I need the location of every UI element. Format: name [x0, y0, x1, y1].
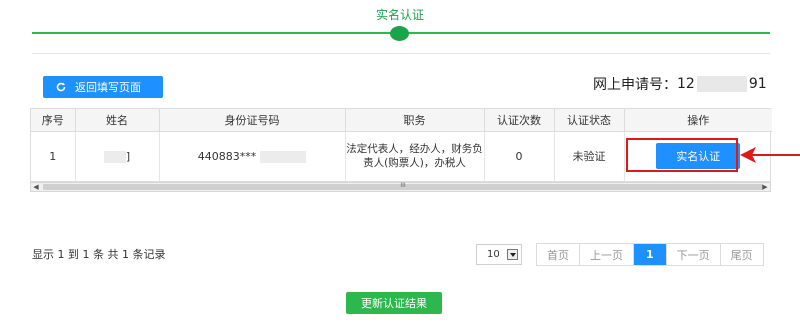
row-id-number: 440883***	[159, 131, 346, 181]
id-number-prefix: 440883***	[197, 149, 257, 163]
column-header: 操作	[624, 109, 772, 132]
scroll-left-icon[interactable]: ◀	[31, 183, 41, 191]
first-page-button[interactable]: 首页	[537, 244, 580, 265]
chevron-down-icon[interactable]	[507, 249, 518, 260]
row-status: 未验证	[554, 131, 625, 181]
prev-page-button[interactable]: 上一页	[580, 244, 634, 265]
column-header: 认证状态	[554, 109, 625, 132]
scrollbar-grip: III	[400, 182, 406, 189]
name-suffix: ]	[125, 149, 131, 163]
scroll-right-icon[interactable]: ▶	[760, 183, 770, 191]
refresh-back-icon	[56, 82, 66, 92]
column-header: 认证次数	[484, 109, 555, 132]
last-page-button[interactable]: 尾页	[721, 244, 763, 265]
back-button-label: 返回填写页面	[75, 81, 141, 94]
page-size-select[interactable]: 10	[476, 244, 522, 265]
redacted-mask	[260, 150, 307, 163]
divider	[32, 53, 770, 54]
next-page-button[interactable]: 下一页	[667, 244, 721, 265]
application-number-label: 网上申请号：	[593, 77, 677, 93]
horizontal-scrollbar[interactable]: ◀ III ▶	[30, 182, 771, 192]
scrollbar-thumb[interactable]: III	[43, 182, 763, 190]
redacted-mask	[696, 76, 747, 92]
column-header: 身份证号码	[159, 109, 346, 132]
page-size-value: 10	[487, 249, 500, 260]
application-number-prefix: 12	[677, 76, 695, 92]
redacted-mask	[103, 150, 126, 163]
step-title: 实名认证	[375, 8, 424, 22]
progress-step-dot	[390, 26, 409, 41]
table-header-row: 序号 姓名 身份证号码 职务 认证次数 认证状态 操作	[31, 109, 772, 132]
current-page-button[interactable]: 1	[634, 244, 667, 265]
column-header: 序号	[31, 109, 76, 132]
row-index: 1	[31, 131, 76, 181]
row-name: ]	[75, 131, 160, 181]
column-header: 姓名	[75, 109, 160, 132]
refresh-result-button[interactable]: 更新认证结果	[346, 292, 442, 314]
red-arrow-icon	[740, 147, 800, 163]
application-number: 网上申请号： 12 91	[593, 74, 767, 94]
row-auth-count: 0	[484, 131, 555, 181]
back-to-edit-button[interactable]: 返回填写页面	[43, 76, 163, 98]
application-number-suffix: 91	[748, 76, 767, 92]
pagination: 首页 上一页 1 下一页 尾页	[536, 243, 764, 266]
highlight-box	[626, 138, 738, 172]
row-duty: 法定代表人，经办人，财务负责人(购票人)，办税人	[345, 131, 485, 181]
record-summary: 显示 1 到 1 条 共 1 条记录	[32, 248, 166, 261]
column-header: 职务	[345, 109, 485, 132]
